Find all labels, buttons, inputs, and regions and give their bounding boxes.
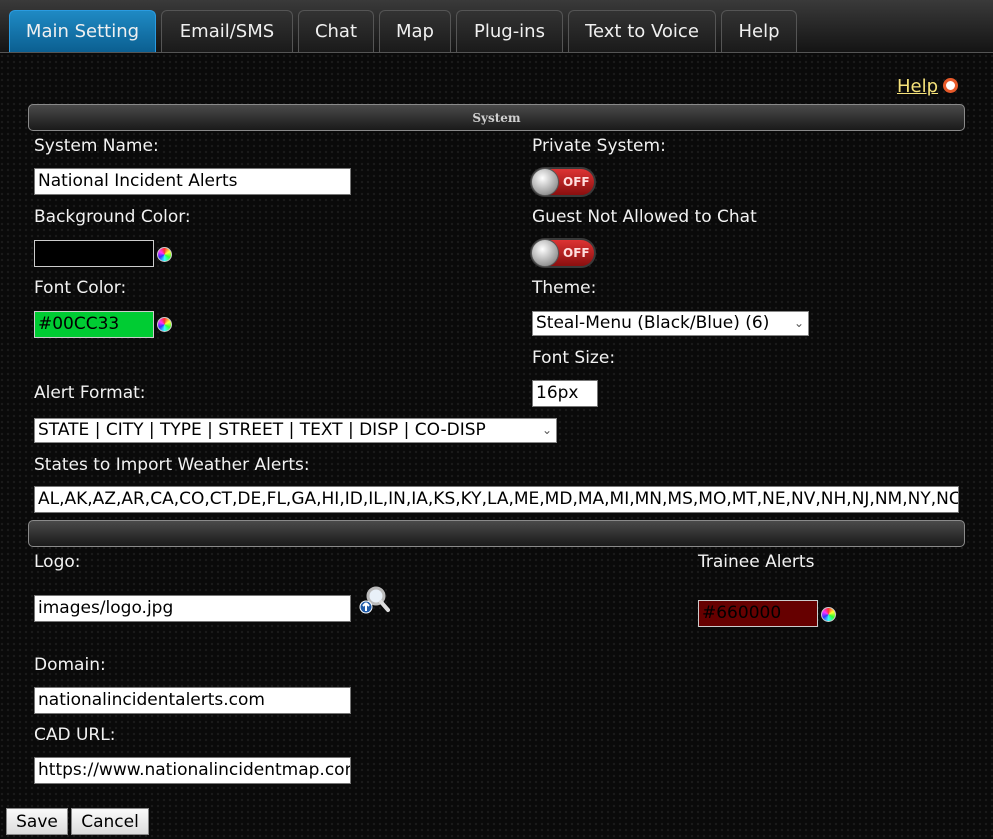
theme-select[interactable]: Steal-Menu (Black/Blue) (6) ⌄	[532, 311, 809, 336]
theme-label: Theme:	[532, 278, 597, 298]
chevron-down-icon: ⌄	[793, 316, 804, 330]
font-color-label: Font Color:	[34, 278, 127, 298]
background-color-input[interactable]	[34, 240, 154, 267]
private-system-toggle[interactable]: OFF	[530, 167, 596, 197]
save-button[interactable]: Save	[6, 808, 68, 835]
toggle-state: OFF	[563, 246, 590, 260]
logo-section-header	[28, 520, 965, 547]
toggle-state: OFF	[563, 175, 590, 189]
guest-chat-toggle[interactable]: OFF	[530, 238, 596, 268]
weather-states-label: States to Import Weather Alerts:	[34, 455, 310, 475]
trainee-alerts-color-input[interactable]: #660000	[698, 600, 818, 627]
alert-format-value: STATE | CITY | TYPE | STREET | TEXT | DI…	[38, 420, 486, 440]
color-picker-icon[interactable]	[821, 607, 836, 622]
font-size-input[interactable]: 16px	[532, 380, 598, 407]
domain-label: Domain:	[34, 655, 106, 675]
tab-bar: Main Setting Email/SMS Chat Map Plug-ins…	[0, 0, 993, 53]
tab-email-sms[interactable]: Email/SMS	[161, 10, 293, 52]
tab-text-to-voice[interactable]: Text to Voice	[568, 10, 716, 52]
guest-chat-label: Guest Not Allowed to Chat	[532, 207, 757, 227]
cad-url-label: CAD URL:	[34, 725, 116, 745]
system-name-label: System Name:	[34, 136, 159, 156]
tab-map[interactable]: Map	[379, 10, 451, 52]
cancel-button[interactable]: Cancel	[71, 808, 149, 835]
alert-format-label: Alert Format:	[34, 383, 146, 403]
logo-label: Logo:	[34, 552, 81, 572]
background-color-label: Background Color:	[34, 207, 191, 227]
font-size-label: Font Size:	[532, 348, 616, 368]
weather-states-input[interactable]: AL,AK,AZ,AR,CA,CO,CT,DE,FL,GA,HI,ID,IL,I…	[34, 486, 959, 513]
help-link[interactable]: Help	[897, 76, 938, 97]
logo-input[interactable]: images/logo.jpg	[34, 595, 351, 622]
system-section-header: System	[28, 104, 965, 131]
color-picker-icon[interactable]	[157, 317, 172, 332]
theme-value: Steal-Menu (Black/Blue) (6)	[536, 313, 770, 333]
cad-url-input[interactable]: https://www.nationalincidentmap.com	[34, 757, 351, 784]
trainee-alerts-label: Trainee Alerts	[698, 552, 815, 572]
domain-input[interactable]: nationalincidentalerts.com	[34, 687, 351, 714]
magnifier-browse-icon[interactable]	[358, 584, 390, 616]
color-picker-icon[interactable]	[157, 247, 172, 262]
toggle-knob	[531, 168, 559, 196]
chevron-down-icon: ⌄	[541, 423, 552, 437]
toggle-knob	[531, 239, 559, 267]
system-name-input[interactable]: National Incident Alerts	[34, 168, 351, 195]
font-color-input[interactable]: #00CC33	[34, 311, 154, 338]
tab-main-setting[interactable]: Main Setting	[9, 10, 156, 52]
tab-help[interactable]: Help	[721, 10, 797, 52]
tab-plug-ins[interactable]: Plug-ins	[456, 10, 563, 52]
lifebuoy-icon[interactable]	[943, 78, 958, 93]
private-system-label: Private System:	[532, 136, 666, 156]
tab-chat[interactable]: Chat	[298, 10, 374, 52]
alert-format-select[interactable]: STATE | CITY | TYPE | STREET | TEXT | DI…	[34, 418, 557, 443]
